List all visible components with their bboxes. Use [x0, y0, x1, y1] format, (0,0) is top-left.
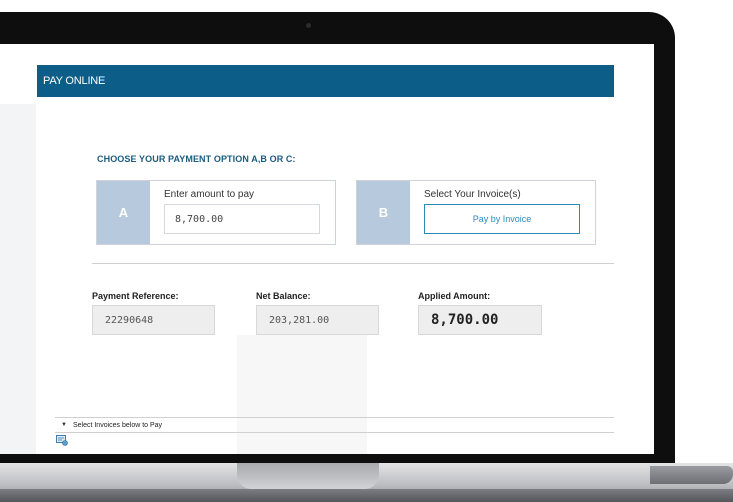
applied-amount-value: 8,700.00	[431, 312, 499, 328]
payment-option-a: A Enter amount to pay 8,700.00	[96, 180, 336, 245]
side-panel-shade	[0, 104, 36, 454]
net-balance-label: Net Balance:	[256, 291, 311, 301]
laptop-opening-notch	[237, 463, 379, 489]
amount-to-pay-input[interactable]: 8,700.00	[164, 204, 320, 234]
laptop-base-bottom	[0, 489, 733, 502]
net-balance-field: 203,281.00	[256, 305, 379, 335]
content-shade	[237, 335, 367, 454]
applied-amount-label: Applied Amount:	[418, 291, 491, 301]
select-invoices-label: Select Invoices below to Pay	[72, 421, 163, 429]
laptop-screen: PAY ONLINE CHOOSE YOUR PAYMENT OPTION A,…	[0, 44, 654, 454]
triangle-down-icon: ▼	[61, 422, 67, 428]
section-divider	[92, 263, 614, 264]
page-title: PAY ONLINE	[43, 75, 106, 87]
payment-reference-field: 22290648	[92, 305, 215, 335]
option-a-letter: A	[97, 181, 150, 244]
laptop-base-edge	[650, 466, 733, 484]
page-header: PAY ONLINE	[37, 65, 614, 97]
option-a-label: Enter amount to pay	[164, 189, 255, 200]
applied-amount-field: 8,700.00	[418, 305, 542, 335]
payment-reference-label: Payment Reference:	[92, 291, 179, 301]
payment-option-b: B Select Your Invoice(s) Pay by Invoice	[356, 180, 596, 245]
select-invoices-toggle[interactable]: ▼ Select Invoices below to Pay	[55, 417, 614, 433]
invoice-calculator-icon[interactable]	[56, 435, 68, 446]
option-b-letter: B	[357, 181, 410, 244]
pay-by-invoice-button[interactable]: Pay by Invoice	[424, 204, 580, 234]
payment-options-heading: CHOOSE YOUR PAYMENT OPTION A,B OR C:	[97, 154, 296, 164]
camera-dot	[306, 23, 311, 28]
option-b-label: Select Your Invoice(s)	[424, 189, 521, 200]
